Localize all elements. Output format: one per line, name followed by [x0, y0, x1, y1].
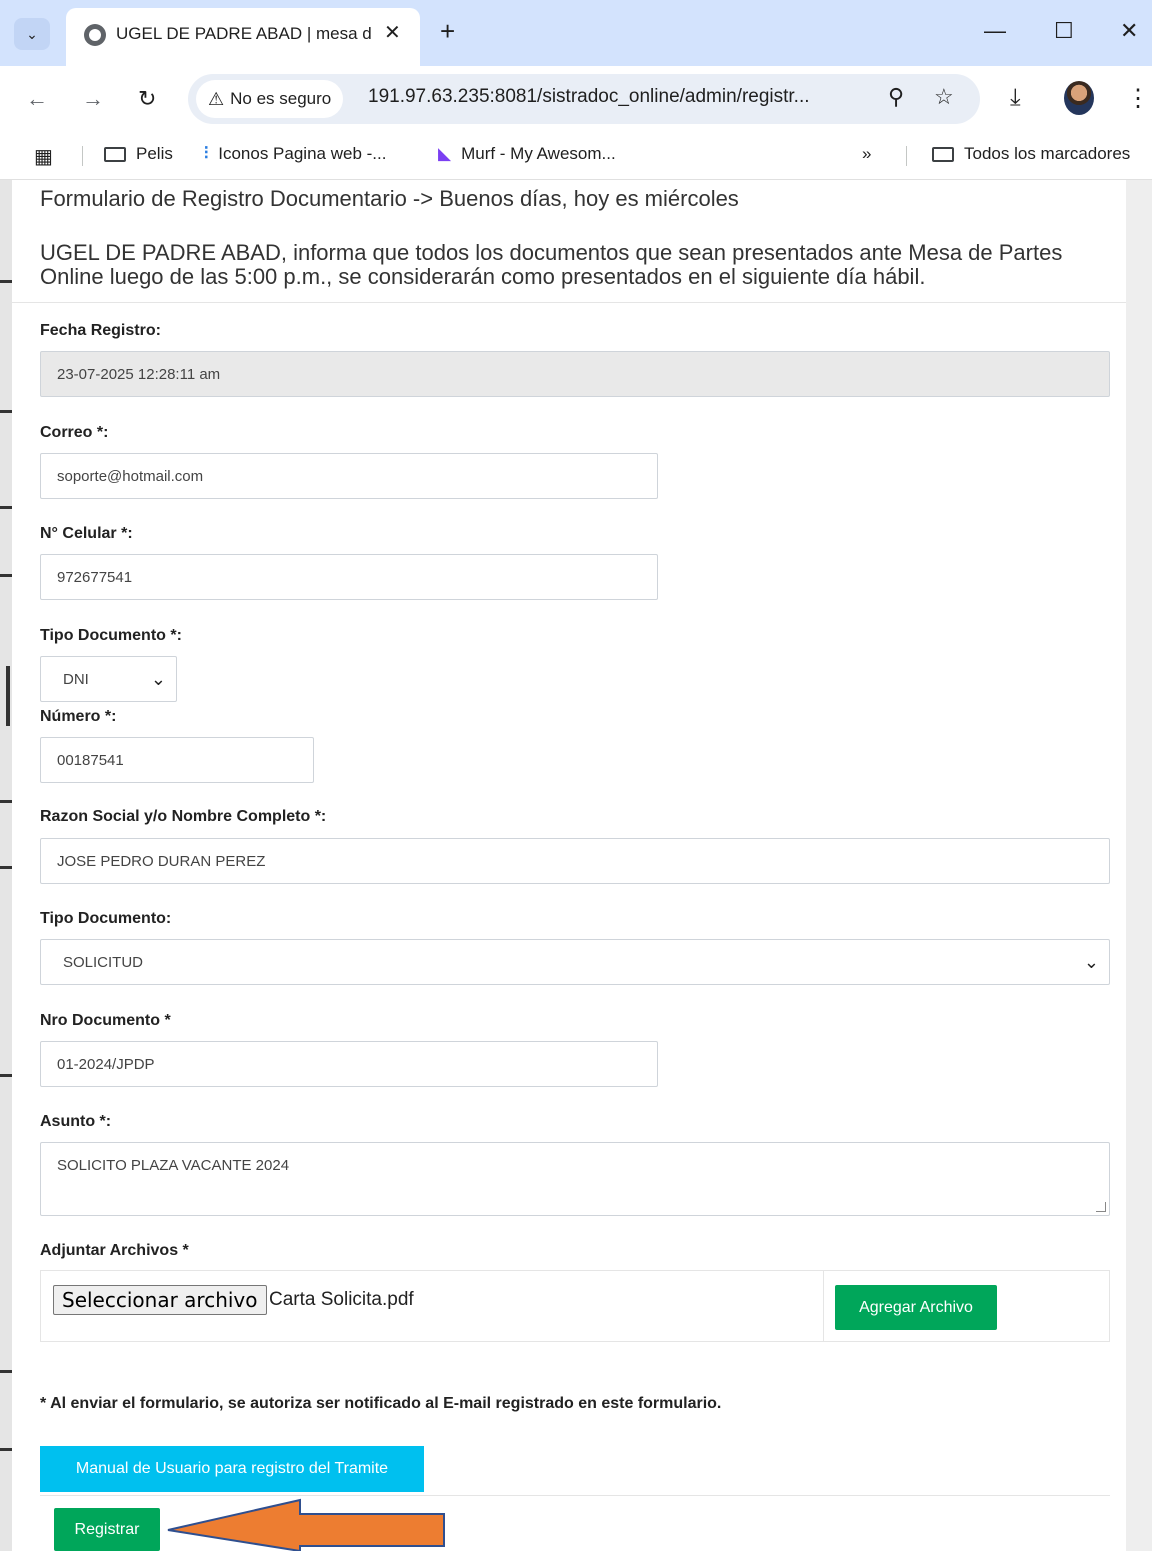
annotation-arrow-icon	[167, 1498, 445, 1551]
resize-handle-icon[interactable]	[1096, 1202, 1106, 1212]
numero-label: Número *:	[40, 708, 117, 725]
tab-title: UGEL DE PADRE ABAD | mesa d	[116, 24, 372, 43]
iconos-favicon-icon: ⫶	[204, 144, 209, 163]
correo-input[interactable]: soporte@hotmail.com	[40, 453, 658, 499]
minimize-icon[interactable]: —	[984, 20, 1006, 42]
folder-icon	[932, 146, 954, 162]
correo-value: soporte@hotmail.com	[57, 467, 204, 485]
bookmark-separator	[82, 146, 83, 166]
asunto-value: SOLICITO PLAZA VACANTE 2024	[57, 1157, 290, 1174]
asunto-textarea[interactable]: SOLICITO PLAZA VACANTE 2024	[40, 1142, 1110, 1216]
reload-icon[interactable]: ↻	[138, 86, 156, 112]
celular-label: N° Celular *:	[40, 525, 133, 542]
numero-input[interactable]: 00187541	[40, 737, 314, 783]
tipo-documento-id-label: Tipo Documento *:	[40, 627, 182, 644]
notice-line-1: UGEL DE PADRE ABAD, informa que todos lo…	[40, 240, 1063, 265]
notification-note: * Al enviar el formulario, se autoriza s…	[40, 1395, 722, 1412]
divider	[40, 1495, 1110, 1496]
bookmark-label: Iconos Pagina web -...	[218, 144, 387, 163]
chevron-down-icon: ⌄	[1083, 952, 1099, 972]
register-button[interactable]: Registrar	[54, 1508, 160, 1551]
file-upload-row: Seleccionar archivo Carta Solicita.pdf A…	[40, 1270, 1110, 1342]
warning-icon: ⚠	[208, 88, 225, 109]
new-tab-button[interactable]: +	[440, 18, 455, 44]
back-icon[interactable]: ←	[26, 86, 48, 112]
forward-icon[interactable]: →	[82, 86, 104, 112]
chevron-down-icon: ⌄	[150, 669, 166, 689]
asunto-label: Asunto *:	[40, 1113, 112, 1130]
tipo-documento-id-value: DNI	[63, 670, 89, 688]
tipo-documento-value: SOLICITUD	[63, 953, 144, 971]
rail-mark	[0, 1074, 12, 1077]
star-icon[interactable]: ☆	[934, 84, 954, 110]
bookmark-label: Murf - My Awesom...	[461, 144, 616, 163]
browser-toolbar: ← → ↻ ⚠ No es seguro 191.97.63.235:8081/…	[0, 66, 1152, 130]
divider	[12, 302, 1126, 303]
security-label: No es seguro	[230, 89, 332, 108]
close-tab-icon[interactable]: ✕	[384, 20, 401, 45]
bookmark-label: Todos los marcadores	[964, 144, 1131, 163]
bookmark-label: Pelis	[136, 144, 173, 163]
zoom-icon[interactable]: ⚲	[888, 84, 904, 110]
nro-documento-label: Nro Documento *	[40, 1012, 171, 1029]
rail-mark	[0, 280, 12, 283]
select-file-button[interactable]: Seleccionar archivo	[53, 1285, 267, 1315]
profile-avatar[interactable]	[1064, 81, 1094, 115]
nro-documento-value: 01-2024/JPDP	[57, 1055, 155, 1073]
rail-mark	[0, 506, 12, 509]
rail-mark	[0, 1370, 12, 1373]
correo-label: Correo *:	[40, 424, 109, 441]
nro-documento-input[interactable]: 01-2024/JPDP	[40, 1041, 658, 1087]
rail-mark	[0, 410, 12, 413]
download-icon[interactable]: ⤓	[1010, 84, 1021, 112]
razon-social-value: JOSE PEDRO DURAN PEREZ	[57, 852, 266, 870]
security-chip[interactable]: ⚠ No es seguro	[196, 80, 344, 118]
url-text[interactable]: 191.97.63.235:8081/sistradoc_online/admi…	[368, 86, 810, 108]
rail-mark	[6, 666, 10, 726]
window-close-icon[interactable]: ✕	[1120, 20, 1138, 42]
notice-line-2: Online luego de las 5:00 p.m., se consid…	[40, 264, 926, 289]
page-scrollbar[interactable]	[1126, 180, 1152, 1551]
tipo-documento-select[interactable]: SOLICITUD ⌄	[40, 939, 1110, 985]
apps-grid-icon[interactable]: ▦	[34, 144, 53, 169]
razon-social-input[interactable]: JOSE PEDRO DURAN PEREZ	[40, 838, 1110, 884]
folder-icon	[104, 146, 126, 162]
column-divider	[823, 1271, 824, 1341]
celular-input[interactable]: 972677541	[40, 554, 658, 600]
address-bar[interactable]: ⚠ No es seguro 191.97.63.235:8081/sistra…	[188, 74, 980, 124]
user-manual-button[interactable]: Manual de Usuario para registro del Tram…	[40, 1446, 424, 1492]
bookmark-separator	[906, 146, 907, 166]
bookmark-murf[interactable]: ◣ Murf - My Awesom...	[438, 144, 616, 164]
selected-file-name: Carta Solicita.pdf	[269, 1289, 414, 1310]
adjuntar-label: Adjuntar Archivos *	[40, 1242, 189, 1259]
rail-mark	[0, 574, 12, 577]
bookmark-pelis[interactable]: Pelis	[104, 144, 173, 164]
murf-favicon-icon: ◣	[438, 144, 452, 163]
celular-value: 972677541	[57, 568, 133, 586]
chevron-down-icon: ⌄	[26, 25, 38, 42]
tipo-documento-id-select[interactable]: DNI ⌄	[40, 656, 177, 702]
left-background-strip	[0, 180, 12, 1551]
page-title: Formulario de Registro Documentario -> B…	[40, 186, 739, 211]
active-tab[interactable]: UGEL DE PADRE ABAD | mesa d ✕	[66, 8, 420, 66]
rail-mark	[0, 800, 12, 803]
rail-mark	[0, 866, 12, 869]
globe-icon	[84, 24, 106, 46]
all-bookmarks[interactable]: Todos los marcadores	[932, 144, 1130, 164]
maximize-icon[interactable]: ☐	[1054, 20, 1074, 42]
razon-social-label: Razon Social y/o Nombre Completo *:	[40, 808, 327, 825]
add-file-button[interactable]: Agregar Archivo	[835, 1285, 997, 1330]
fecha-registro-field: 23-07-2025 12:28:11 am	[40, 351, 1110, 397]
fecha-registro-value: 23-07-2025 12:28:11 am	[57, 365, 221, 383]
bookmarks-overflow[interactable]: »	[862, 144, 871, 164]
numero-value: 00187541	[57, 751, 124, 769]
fecha-registro-label: Fecha Registro:	[40, 322, 161, 339]
tipo-documento-label: Tipo Documento:	[40, 910, 172, 927]
rail-mark	[0, 1448, 12, 1451]
bookmark-iconos[interactable]: ⫶ Iconos Pagina web -...	[204, 144, 386, 164]
tab-strip: ⌄ UGEL DE PADRE ABAD | mesa d ✕ + — ☐ ✕	[0, 0, 1152, 66]
bookmarks-bar: ▦ Pelis ⫶ Iconos Pagina web -... ◣ Murf …	[0, 130, 1152, 180]
tab-search-button[interactable]: ⌄	[14, 18, 50, 50]
menu-icon[interactable]: ⋮	[1126, 84, 1150, 113]
